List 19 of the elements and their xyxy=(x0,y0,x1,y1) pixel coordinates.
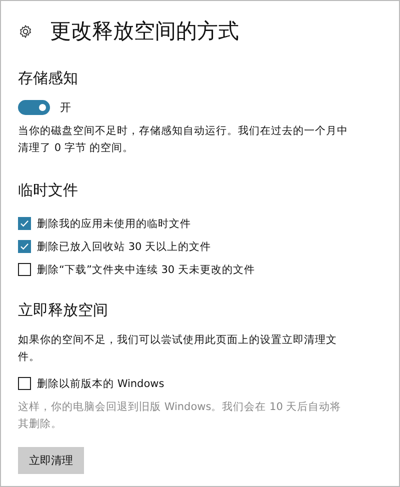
checkbox-label: 删除已放入回收站 30 天以上的文件 xyxy=(37,240,212,254)
description-text: 如果你的空间不足，我们可以尝试使用此页面上的设置立即清理文件。 xyxy=(18,333,338,365)
checkbox[interactable] xyxy=(18,217,31,230)
settings-icon xyxy=(18,24,33,38)
checkbox[interactable] xyxy=(18,263,31,276)
page-title: 更改释放空间的方式 xyxy=(50,18,239,45)
description-text: 当你的磁盘空间不足时，存储感知自动运行。我们在过去的一个月中清理了 0 字节 的空间。 xyxy=(18,124,348,156)
checkbox[interactable] xyxy=(18,377,31,390)
clean-now-button[interactable]: 立即清理 xyxy=(18,447,84,474)
toggle-label: 开 xyxy=(60,100,71,115)
section-heading: 立即释放空间 xyxy=(18,301,109,320)
section-heading: 存储感知 xyxy=(18,69,79,88)
checkbox-label: 删除我的应用未使用的临时文件 xyxy=(37,216,191,230)
section-heading: 临时文件 xyxy=(18,181,79,200)
note-text: 这样，你的电脑会回退到旧版 Windows。我们会在 10 天后自动将其删除。 xyxy=(18,400,342,432)
checkbox-label: 删除以前版本的 Windows xyxy=(37,376,164,390)
checkbox-label: 删除“下载”文件夹中连续 30 天未更改的文件 xyxy=(37,262,255,276)
checkbox[interactable] xyxy=(18,240,31,253)
toggle-switch[interactable] xyxy=(18,100,50,115)
